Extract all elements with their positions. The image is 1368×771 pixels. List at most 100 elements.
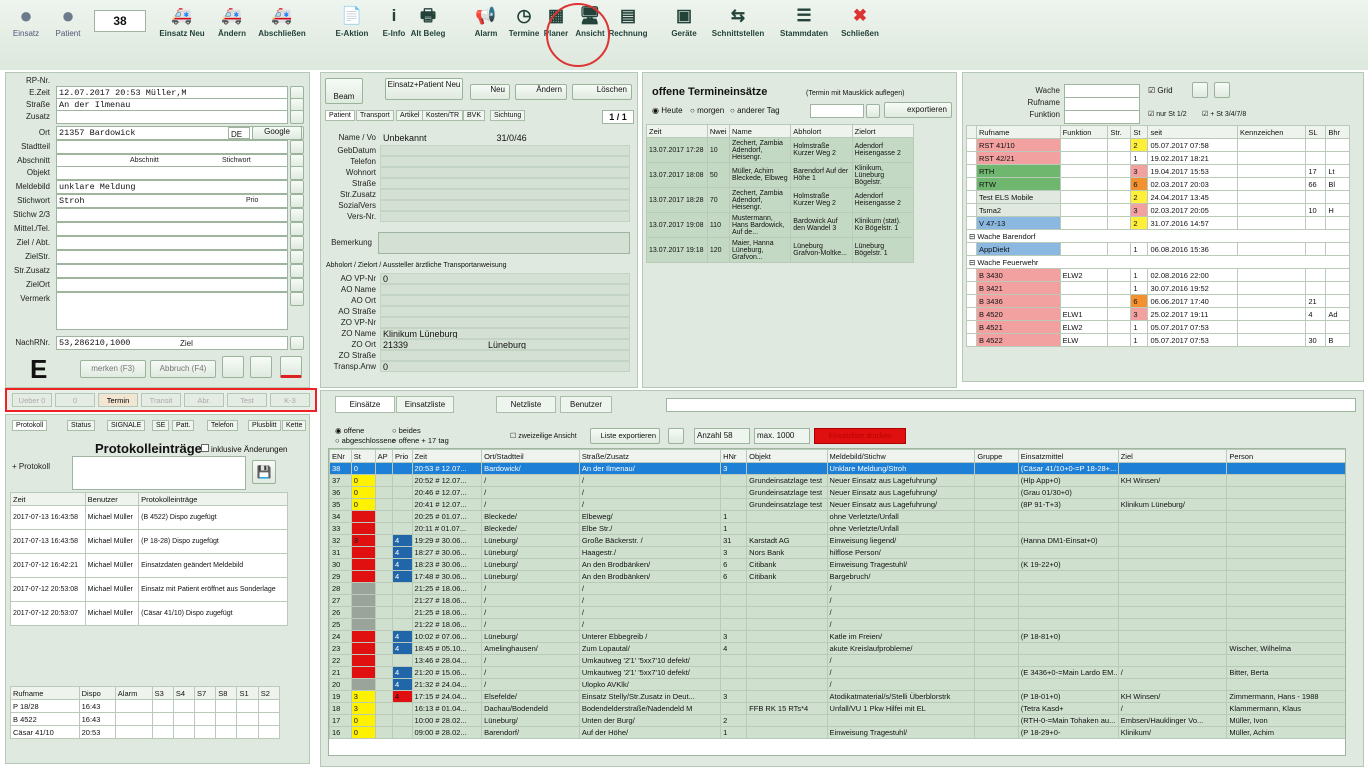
termine-export-button[interactable]: exportieren <box>884 102 952 118</box>
termine-row[interactable]: 13.07.2017 17:28 10 Zechert, Zambia Adendo… <box>646 137 915 163</box>
field-action-button[interactable] <box>290 292 304 306</box>
aendern-button[interactable]: 🚑 Ändern <box>208 4 256 38</box>
termine-radio-2[interactable]: ○ anderer Tag <box>730 106 780 115</box>
einsatz-row[interactable]: 25 21:22 # 18.06... / / / <box>329 618 1345 631</box>
abschliessen-button[interactable]: 🚑 Abschließen <box>258 4 306 38</box>
wachen-row[interactable]: Test ELS Mobile 2 24.04.2017 13:45 <box>966 190 1350 204</box>
einsatz-row[interactable]: 27 21:27 # 18.06... / / / <box>329 594 1345 607</box>
wachen-row[interactable]: RST 41/10 2 05.07.2017 07:58 <box>966 138 1350 152</box>
wachen-tool-button-2[interactable] <box>1214 82 1230 98</box>
termine-row[interactable]: 13.07.2017 18:08 50 Müller, Achim Bleckede… <box>646 162 915 188</box>
protokoll-row[interactable]: 2017-07-12 16:42:21 Michael Müller Einsatz… <box>10 553 288 578</box>
e-aktion-button[interactable]: 📄 E-Aktion <box>328 4 376 38</box>
einsatz-row[interactable]: 20 4 21:32 # 24.04... / Ulopko AVKlk// <box>329 678 1345 691</box>
bemerkung-input[interactable] <box>378 232 630 254</box>
termine-radio-0[interactable]: ◉ Heute <box>652 106 683 115</box>
patient-field-input[interactable] <box>380 178 630 189</box>
einsaetze-tab-0[interactable]: Einsätze <box>335 396 395 413</box>
nachrnr-input[interactable]: 53,286210,1000 <box>56 336 288 350</box>
einsatz-row[interactable]: 31 4 18:27 # 30.06... Lüneburg/Haagestr./3 N… <box>329 546 1345 559</box>
einsatz-row[interactable]: 30 4 18:23 # 30.06... Lüneburg/An den Brodb… <box>329 558 1345 571</box>
tool-button-2[interactable] <box>250 356 272 378</box>
protokoll-tab-2[interactable]: SIGNALE <box>107 420 146 431</box>
wachen-tool-button-1[interactable] <box>1192 82 1208 98</box>
dispo-row[interactable]: B 4522 16:43 <box>10 712 281 726</box>
stammdaten-button[interactable]: ☰ Stammdaten <box>780 4 828 38</box>
einsatz-row[interactable]: 38 0 20:53 # 12.07... Bardowick/An der Ilme… <box>329 462 1345 475</box>
einsaetze-radio-3[interactable]: ○ offene + 17 tag <box>392 436 449 445</box>
zweizeilig-checkbox[interactable]: ☐ zweizeilige Ansicht <box>510 432 577 440</box>
status-tab-5[interactable]: Test <box>227 393 267 407</box>
field-action-button[interactable] <box>290 236 304 250</box>
name-input[interactable]: Unbekannt 31/0/46 <box>380 131 630 145</box>
wache-input[interactable] <box>1064 84 1140 98</box>
einsatz-row[interactable]: 29 4 17:48 # 30.06... Lüneburg/An den Brodb… <box>329 570 1345 583</box>
status-tab-0[interactable]: Ueber 0 <box>12 393 52 407</box>
einsaetze-radio-2[interactable]: ○ beides <box>392 426 421 435</box>
patient-tab-1[interactable]: Transport <box>356 110 394 121</box>
protokoll-tab-4[interactable]: Patt. <box>172 420 195 431</box>
patient-tab-4[interactable]: BVK <box>463 110 486 121</box>
ao-field-input[interactable]: 0 <box>380 361 630 372</box>
protokoll-save-button[interactable]: 💾 <box>252 460 276 484</box>
einsaetze-radio-0[interactable]: ◉ offene <box>335 426 364 435</box>
patient-tab-3[interactable]: Kosten/TR <box>422 110 464 121</box>
rufname-input[interactable] <box>1064 97 1140 111</box>
einsatz-row[interactable]: 28 21:25 # 18.06... / / / <box>329 582 1345 595</box>
einsatz-row[interactable]: 37 0 20:52 # 12.07... / / Grundeinsatzlage te… <box>329 474 1345 487</box>
beam-button[interactable]: Beam <box>325 78 363 104</box>
status-tab-3[interactable]: Transit <box>141 393 181 407</box>
refresh-button[interactable] <box>668 428 684 444</box>
einsatz-row[interactable]: 26 21:25 # 18.06... / / / <box>329 606 1345 619</box>
field-action-button[interactable] <box>290 264 304 278</box>
field-action-button[interactable] <box>290 166 304 180</box>
zusatz-input[interactable] <box>56 110 288 124</box>
zusatz2-input[interactable] <box>56 264 288 278</box>
zielstr-input[interactable] <box>56 250 288 264</box>
schliessen-button[interactable]: ✖ Schließen <box>836 4 884 38</box>
protokoll-input[interactable] <box>72 456 246 490</box>
patient-loeschen-button[interactable]: Löschen <box>572 84 632 100</box>
field-action-button[interactable] <box>290 180 304 194</box>
termine-row[interactable]: 13.07.2017 19:18 120 Maier, Hanna Lüneburg… <box>646 237 915 263</box>
field-action-button[interactable] <box>290 336 304 350</box>
ao-field-input[interactable]: 21339 Lüneburg <box>380 339 630 350</box>
protokoll-tab-5[interactable]: Telefon <box>207 420 238 431</box>
termine-row[interactable]: 13.07.2017 18:28 70 Zechert, Zambia Adendo… <box>646 187 915 213</box>
status-tab-2[interactable]: Termin <box>98 393 138 407</box>
wachen-row[interactable]: RST 42/21 1 19.02.2017 18:21 <box>966 151 1350 165</box>
status-tab-1[interactable]: 0 <box>55 393 95 407</box>
wachen-row[interactable]: B 4521 ELW2 1 05.07.2017 07:53 <box>966 320 1350 334</box>
einsatz-row[interactable]: 35 0 20:41 # 12.07... / / Grundeinsatzlage te… <box>329 498 1345 511</box>
field-action-button[interactable] <box>290 250 304 264</box>
einsatz-row[interactable]: 32 3 4 19:29 # 30.06... Lüneburg/Große Bäcke… <box>329 534 1345 547</box>
field-action-button[interactable] <box>290 278 304 292</box>
nur-st12-checkbox[interactable]: ☑ nur St 1/2 <box>1148 110 1187 118</box>
wachen-row[interactable]: B 4520 ELW1 3 25.02.2017 19:11 4 Ad <box>966 307 1350 321</box>
wachen-row[interactable]: Tsma2 3 02.03.2017 20:05 10 H <box>966 203 1350 217</box>
zielort-input[interactable] <box>56 278 288 292</box>
einsatz-button[interactable]: ● Einsatz <box>6 4 46 39</box>
einsatz-row[interactable]: 24 4 10:02 # 07.06... Lüneburg/Unterer Ebbe… <box>329 630 1345 643</box>
ao-field-input[interactable] <box>380 350 630 361</box>
ao-field-input[interactable] <box>380 284 630 295</box>
patient-field-input[interactable] <box>380 200 630 211</box>
wachen-row[interactable]: V 47-13 2 31.07.2016 14:57 <box>966 216 1350 230</box>
einsatzliste-drucken-button[interactable]: Einsatzliste drucken <box>814 428 906 444</box>
einsaetze-radio-1[interactable]: ○ abgeschlossene <box>335 436 396 445</box>
patient-aendern-button[interactable]: Ändern <box>515 84 567 100</box>
tool-button-1[interactable] <box>222 356 244 378</box>
patient-tab-2[interactable]: Artikel <box>396 110 424 121</box>
wachen-group-row[interactable]: ⊟ Wache Feuerwehr <box>966 255 1350 269</box>
dispo-row[interactable]: P 18/28 16:43 <box>10 699 281 713</box>
termine-radio-1[interactable]: ○ morgen <box>690 106 724 115</box>
stadtteil-input[interactable] <box>56 140 288 154</box>
ao-field-input[interactable] <box>380 295 630 306</box>
merken-button[interactable]: merken (F3) <box>80 360 146 378</box>
protokoll-row[interactable]: 2017-07-12 20:53:07 Michael Müller (Cäsar … <box>10 601 288 626</box>
patient-tab-0[interactable]: Patient <box>325 110 355 121</box>
protokoll-row[interactable]: 2017-07-13 16:43:58 Michael Müller (B 4522… <box>10 505 288 530</box>
einsatz-row[interactable]: 16 0 09:00 # 28.02... Barendorf/Auf der Höh… <box>329 726 1345 739</box>
wachen-row[interactable]: B 4522 ELW 1 05.07.2017 07:53 30 B <box>966 333 1350 347</box>
schnittstellen-button[interactable]: ⇆ Schnittstellen <box>702 4 774 38</box>
